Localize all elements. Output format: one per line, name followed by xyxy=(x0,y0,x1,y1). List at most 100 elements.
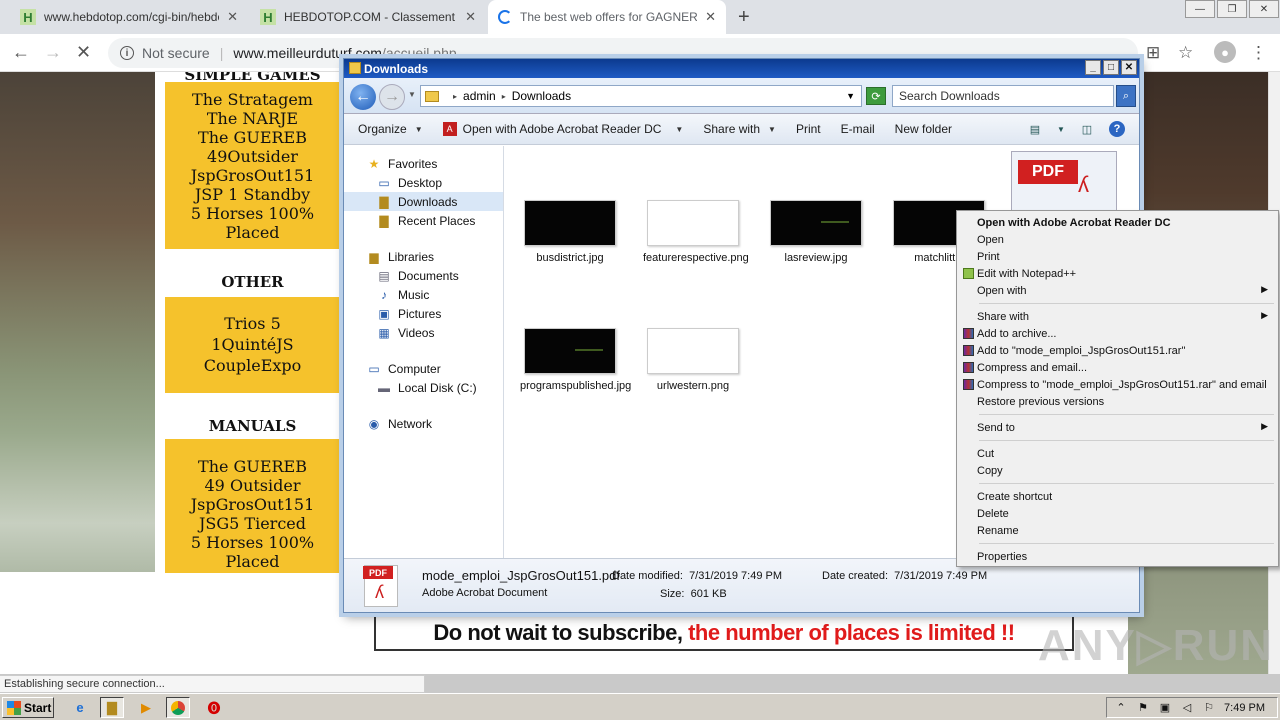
refresh-icon[interactable]: ⟳ xyxy=(866,87,886,105)
taskbar-clock[interactable]: 7:49 PM xyxy=(1224,702,1265,714)
menu-item-compress-email[interactable]: Compress and email... xyxy=(959,359,1276,376)
game-link[interactable]: Trios 5 xyxy=(165,313,340,334)
game-link[interactable]: 5 Horses 100% Placed xyxy=(165,204,340,242)
info-icon[interactable]: i xyxy=(120,46,134,60)
breadcrumb-admin[interactable]: admin xyxy=(463,89,496,103)
game-link[interactable]: 49Outsider xyxy=(165,147,340,166)
menu-item-restore-versions[interactable]: Restore previous versions xyxy=(959,393,1276,410)
stop-loading-icon[interactable]: ✕ xyxy=(76,42,91,63)
organize-button[interactable]: Organize ▼ xyxy=(358,122,423,136)
manual-link[interactable]: 49 Outsider xyxy=(165,476,340,495)
tree-item-computer[interactable]: ▭ Computer xyxy=(344,359,503,378)
preview-pane-icon[interactable]: ◫ xyxy=(1079,121,1095,137)
game-link[interactable]: JspGrosOut151 xyxy=(165,166,340,185)
new-tab-button[interactable]: + xyxy=(738,6,750,29)
network-icon[interactable]: ▣ xyxy=(1157,701,1173,714)
tree-item-recent-places[interactable]: ▇ Recent Places xyxy=(344,211,503,230)
help-icon[interactable]: ? xyxy=(1109,121,1125,137)
file-item[interactable]: urlwestern.png xyxy=(643,328,743,393)
manual-link[interactable]: JspGrosOut151 xyxy=(165,495,340,514)
tree-item-desktop[interactable]: ▭ Desktop xyxy=(344,173,503,192)
chevron-down-icon[interactable]: ▼ xyxy=(846,91,855,101)
game-link[interactable]: The NARJE xyxy=(165,109,340,128)
tree-item-libraries[interactable]: ▆ Libraries xyxy=(344,247,503,266)
profile-avatar-icon[interactable]: ● xyxy=(1214,41,1236,63)
menu-item-send-to[interactable]: Send to ▶ xyxy=(959,419,1276,436)
tab-hebdotop-classement[interactable]: H HEBDOTOP.COM - Classement de sit ✕ xyxy=(250,0,486,34)
menu-item-open[interactable]: Open xyxy=(959,231,1276,248)
close-tab-icon[interactable]: ✕ xyxy=(227,9,238,25)
menu-kebab-icon[interactable]: ⋮ xyxy=(1250,43,1267,63)
volume-icon[interactable]: ◁ xyxy=(1179,701,1195,714)
email-button[interactable]: E-mail xyxy=(841,122,875,136)
tree-item-local-disk[interactable]: ▬ Local Disk (C:) xyxy=(344,378,503,397)
menu-item-cut[interactable]: Cut xyxy=(959,445,1276,462)
manual-link[interactable]: The GUEREB xyxy=(165,457,340,476)
close-window-button[interactable]: ✕ xyxy=(1249,0,1279,18)
minimize-button[interactable]: — xyxy=(1185,0,1215,18)
tree-item-documents[interactable]: ▤ Documents xyxy=(344,266,503,285)
bookmark-star-icon[interactable]: ☆ xyxy=(1178,43,1193,63)
tab-hebdotop-cgi[interactable]: H www.hebdotop.com/cgi-bin/hebdot ✕ xyxy=(10,0,248,34)
back-arrow-icon[interactable]: ← xyxy=(12,42,30,63)
breadcrumb-downloads[interactable]: Downloads xyxy=(512,89,571,103)
forward-arrow-icon[interactable]: → xyxy=(379,84,405,110)
game-link[interactable]: 1QuintéJS xyxy=(165,334,340,355)
maximize-button[interactable]: □ xyxy=(1103,60,1119,75)
share-with-button[interactable]: Share with ▼ xyxy=(703,122,776,136)
explorer-title-bar[interactable]: Downloads _ □ ✕ xyxy=(344,59,1139,78)
game-link[interactable]: The Stratagem xyxy=(165,90,340,109)
internet-explorer-icon[interactable]: e xyxy=(68,697,92,718)
history-dropdown-icon[interactable]: ▼ xyxy=(408,90,416,99)
file-item[interactable]: featurerespective.png xyxy=(643,200,749,265)
new-folder-button[interactable]: New folder xyxy=(895,122,952,136)
back-arrow-icon[interactable]: ← xyxy=(350,84,376,110)
print-button[interactable]: Print xyxy=(796,122,821,136)
menu-item-add-rar[interactable]: Add to "mode_emploi_JspGrosOut151.rar" xyxy=(959,342,1276,359)
close-button[interactable]: ✕ xyxy=(1121,60,1137,75)
menu-item-rename[interactable]: Rename xyxy=(959,522,1276,539)
chevron-down-icon[interactable]: ▼ xyxy=(1057,121,1065,137)
chevron-right-icon[interactable]: ▸ xyxy=(453,92,457,101)
menu-item-open-with[interactable]: Open with ▶ xyxy=(959,282,1276,299)
explorer-folder-icon[interactable]: ▇ xyxy=(100,697,124,718)
menu-item-print[interactable]: Print xyxy=(959,248,1276,265)
game-link[interactable]: The GUEREB xyxy=(165,128,340,147)
file-item[interactable]: lasreview.jpg xyxy=(766,200,866,265)
tree-item-network[interactable]: ◉ Network xyxy=(344,414,503,433)
search-input[interactable]: Search Downloads xyxy=(892,85,1114,107)
start-button[interactable]: Start xyxy=(2,697,54,718)
tree-item-favorites[interactable]: ★ Favorites xyxy=(344,154,503,173)
manual-link[interactable]: JSG5 Tierced xyxy=(165,514,340,533)
menu-item-notepadpp[interactable]: Edit with Notepad++ xyxy=(959,265,1276,282)
chrome-icon[interactable] xyxy=(166,697,190,718)
tree-item-downloads[interactable]: ▇ Downloads xyxy=(344,192,503,211)
menu-item-create-shortcut[interactable]: Create shortcut xyxy=(959,488,1276,505)
tab-meilleurduturf[interactable]: The best web offers for GAGNER AU ✕ xyxy=(488,0,726,34)
game-link[interactable]: JSP 1 Standby xyxy=(165,185,340,204)
chevron-right-icon[interactable]: ▸ xyxy=(502,92,506,101)
media-player-icon[interactable]: ▶ xyxy=(134,697,158,718)
menu-item-properties[interactable]: Properties xyxy=(959,548,1276,565)
search-icon[interactable]: ⌕ xyxy=(1116,85,1136,107)
menu-item-share-with[interactable]: Share with ▶ xyxy=(959,308,1276,325)
menu-item-delete[interactable]: Delete xyxy=(959,505,1276,522)
menu-item-open-acrobat[interactable]: Open with Adobe Acrobat Reader DC xyxy=(959,214,1276,231)
pdf-file-icon-selected[interactable]: PDF ʎ xyxy=(1011,151,1117,213)
menu-item-copy[interactable]: Copy xyxy=(959,462,1276,479)
minimize-button[interactable]: _ xyxy=(1085,60,1101,75)
address-breadcrumb[interactable]: ▸ admin ▸ Downloads ▼ xyxy=(420,85,862,107)
close-tab-icon[interactable]: ✕ xyxy=(465,9,476,25)
forward-arrow-icon[interactable]: → xyxy=(44,42,62,63)
open-with-acrobat-button[interactable]: A Open with Adobe Acrobat Reader DC ▼ xyxy=(442,122,683,136)
tree-item-videos[interactable]: ▦ Videos xyxy=(344,323,503,342)
translate-icon[interactable]: ⊞ xyxy=(1146,43,1160,63)
file-item[interactable]: busdistrict.jpg xyxy=(520,200,620,265)
menu-item-add-archive[interactable]: Add to archive... xyxy=(959,325,1276,342)
close-tab-icon[interactable]: ✕ xyxy=(705,9,716,25)
restore-button[interactable]: ❐ xyxy=(1217,0,1247,18)
game-link[interactable]: CoupleExpo xyxy=(165,355,340,376)
menu-item-compress-rar-email[interactable]: Compress to "mode_emploi_JspGrosOut151.r… xyxy=(959,376,1276,393)
action-center-icon[interactable]: ⚐ xyxy=(1201,701,1217,714)
tray-expand-icon[interactable]: ⌃ xyxy=(1113,701,1129,714)
